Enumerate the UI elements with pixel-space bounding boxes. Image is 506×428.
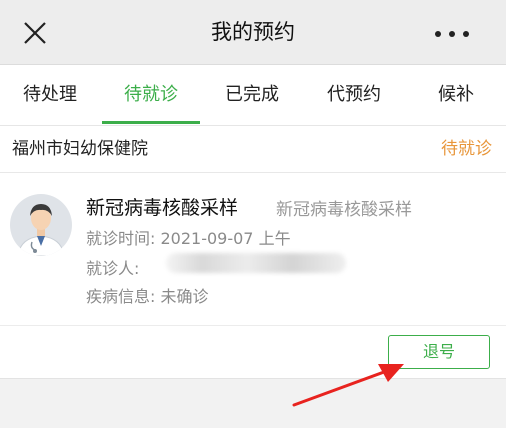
more-icon[interactable] (432, 30, 472, 38)
tab-proxy-booking[interactable]: 代预约 (302, 65, 406, 125)
visit-time-value: 2021-09-07 上午 (160, 229, 291, 248)
patient-label: 就诊人: (86, 259, 140, 278)
service-name: 新冠病毒核酸采样 (86, 197, 239, 219)
visit-time-label: 就诊时间: (86, 229, 156, 248)
active-tab-indicator (102, 121, 200, 124)
status-badge: 待就诊 (441, 139, 492, 159)
appointment-card[interactable]: 新冠病毒核酸采样 新冠病毒核酸采样 就诊时间: 2021-09-07 上午 就诊… (0, 173, 506, 379)
hospital-name: 福州市妇幼保健院 (12, 139, 148, 159)
card-divider (0, 325, 506, 326)
annotation-arrow-icon (292, 364, 404, 407)
page-title: 我的预约 (211, 20, 295, 44)
tab-bar: 待处理 待就诊 已完成 代预约 候补 (0, 65, 506, 126)
department-name: 新冠病毒核酸采样 (276, 200, 412, 220)
disease-info-label: 疾病信息: (86, 287, 156, 306)
visit-time: 就诊时间: 2021-09-07 上午 (86, 225, 291, 249)
tab-completed[interactable]: 已完成 (202, 65, 302, 125)
tab-waitlist[interactable]: 候补 (406, 65, 506, 125)
redacted-patient-name (166, 253, 346, 273)
tab-awaiting-visit[interactable]: 待就诊 (100, 65, 202, 125)
hospital-header[interactable]: 福州市妇幼保健院 待就诊 (0, 126, 506, 173)
doctor-avatar-icon (10, 194, 72, 256)
disease-info-value: 未确诊 (160, 287, 209, 306)
disease-info: 疾病信息: 未确诊 (86, 283, 209, 307)
tab-pending[interactable]: 待处理 (0, 65, 100, 125)
top-bar: 我的预约 (0, 0, 506, 65)
